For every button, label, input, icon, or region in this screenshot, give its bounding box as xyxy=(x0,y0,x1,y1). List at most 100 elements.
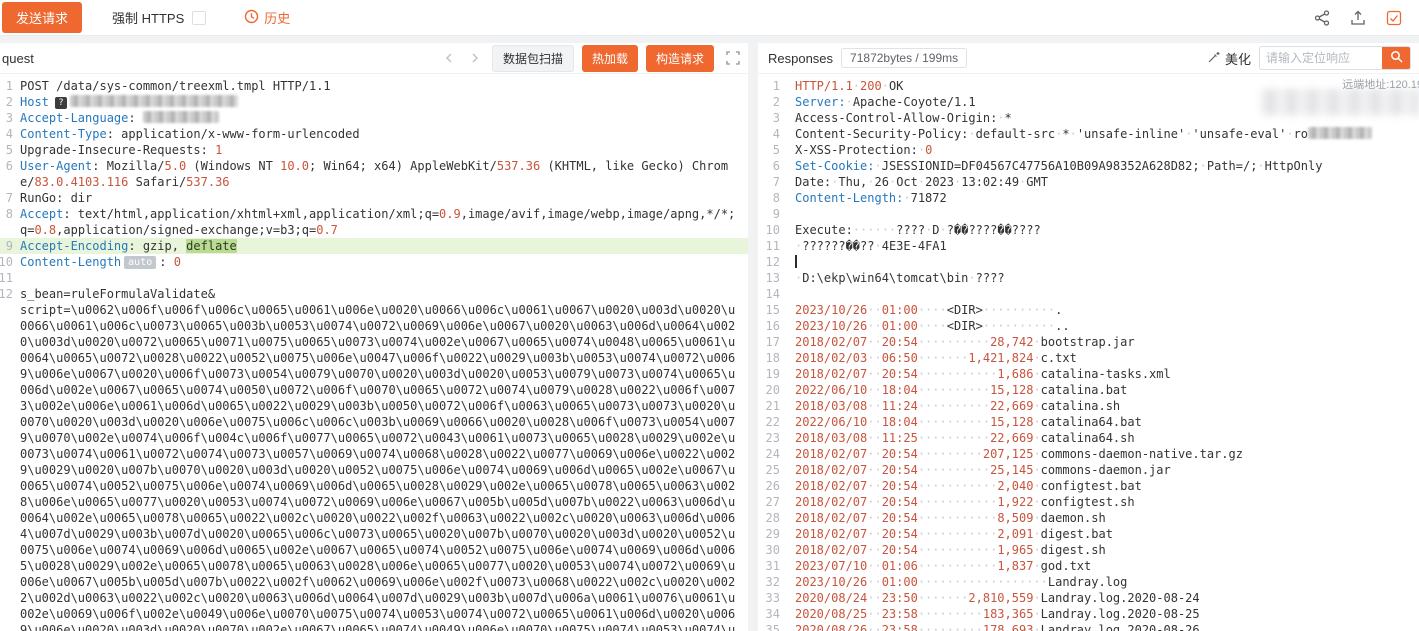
line-number: 18 xyxy=(758,350,788,366)
code-line: 11 xyxy=(0,270,748,286)
code-line: 322023/10/26··01:00··················Lan… xyxy=(758,574,1419,590)
line-number: 12 xyxy=(0,286,13,302)
beautify-button[interactable]: 美化 xyxy=(1207,49,1251,68)
share-icon[interactable] xyxy=(1313,9,1331,27)
line-number: 27 xyxy=(758,494,788,510)
chevron-left-icon[interactable] xyxy=(440,52,458,64)
line-number: 8 xyxy=(758,190,788,206)
line-number: 20 xyxy=(758,382,788,398)
code-line: 9Accept-Encoding: gzip, deflate xyxy=(0,238,748,254)
text-cursor xyxy=(795,255,797,268)
code-line: 5X-XSS-Protection:·0 xyxy=(758,142,1419,158)
report-icon[interactable] xyxy=(1385,9,1403,27)
request-panel-header: quest 数据包扫描 热加载 构造请求 xyxy=(0,43,748,74)
code-line: 4Content-Security-Policy:·default-src·*·… xyxy=(758,126,1419,142)
code-line: 152023/10/26··01:00····<DIR>··········. xyxy=(758,302,1419,318)
line-number: 17 xyxy=(758,334,788,350)
locate-response-search xyxy=(1259,46,1411,70)
remote-address: 远端地址:120.19 xyxy=(1342,76,1419,92)
magnifier-icon xyxy=(1390,50,1403,66)
code-line: 162023/10/26··01:00····<DIR>··········.. xyxy=(758,318,1419,334)
force-https-checkbox[interactable] xyxy=(192,11,206,25)
code-line: 332020/08/24··23:50·······2,810,559·Land… xyxy=(758,590,1419,606)
force-https-toggle: 强制 HTTPS xyxy=(112,8,206,27)
history-button[interactable]: 历史 xyxy=(244,8,290,27)
code-line: 9 xyxy=(758,206,1419,222)
code-line: 3Accept-Language: xyxy=(0,110,748,126)
code-line: 6Set-Cookie:·JSESSIONID=DF04567C47756A10… xyxy=(758,158,1419,174)
redacted-blur xyxy=(143,111,219,123)
code-line: 252018/02/07··20:54··········25,145·comm… xyxy=(758,462,1419,478)
chevron-right-icon[interactable] xyxy=(466,52,484,64)
search-input[interactable] xyxy=(1260,51,1382,65)
response-panel: Responses 71872bytes / 199ms 美化 xyxy=(758,43,1419,631)
line-number: 26 xyxy=(758,478,788,494)
line-number: 6 xyxy=(758,158,788,174)
code-line: 282018/02/07··20:54···········8,509·daem… xyxy=(758,510,1419,526)
main-toolbar: 发送请求 强制 HTTPS 历史 xyxy=(0,0,1419,36)
code-line: 10Content-Lengthauto: 0 xyxy=(0,254,748,270)
packet-scan-button[interactable]: 数据包扫描 xyxy=(492,45,574,72)
line-number: 1 xyxy=(0,78,13,94)
code-line: 212018/03/08··11:24··········22,669·cata… xyxy=(758,398,1419,414)
code-line: 7RunGo: dir xyxy=(0,190,748,206)
hot-reload-button[interactable]: 热加载 xyxy=(582,45,638,72)
code-line: 8Accept: text/html,application/xhtml+xml… xyxy=(0,206,748,238)
beautify-label: 美化 xyxy=(1225,49,1251,68)
search-button[interactable] xyxy=(1382,46,1410,70)
line-number: 7 xyxy=(0,190,13,206)
request-panel-title: quest xyxy=(2,51,34,66)
line-number: 4 xyxy=(0,126,13,142)
line-number: 1 xyxy=(758,78,788,94)
request-panel: quest 数据包扫描 热加载 构造请求 1POST /data/sys-com… xyxy=(0,43,748,631)
code-line: 292018/02/07··20:54···········2,091·dige… xyxy=(758,526,1419,542)
line-number: 12 xyxy=(758,254,788,270)
line-number: 7 xyxy=(758,174,788,190)
response-editor[interactable]: 1HTTP/1.1·200·OK2Server:·Apache-Coyote/1… xyxy=(758,74,1419,631)
line-number: 34 xyxy=(758,606,788,622)
line-number: 3 xyxy=(758,110,788,126)
line-number: 29 xyxy=(758,526,788,542)
line-number: 11 xyxy=(0,270,13,286)
code-line: 272018/02/07··20:54···········1,922·conf… xyxy=(758,494,1419,510)
send-request-button[interactable]: 发送请求 xyxy=(2,2,82,33)
line-number: 5 xyxy=(758,142,788,158)
code-line: 7Date:·Thu,·26·Oct·2023·13:02:49·GMT xyxy=(758,174,1419,190)
code-line: 222022/06/10··18:04··········15,128·cata… xyxy=(758,414,1419,430)
response-panel-header: Responses 71872bytes / 199ms 美化 xyxy=(758,43,1419,74)
line-number: 13 xyxy=(758,270,788,286)
line-number: 19 xyxy=(758,366,788,382)
code-line: 6User-Agent: Mozilla/5.0 (Windows NT 10.… xyxy=(0,158,748,190)
line-number: 22 xyxy=(758,414,788,430)
wand-icon xyxy=(1207,50,1221,67)
clock-icon xyxy=(244,9,259,27)
line-number: 14 xyxy=(758,286,788,302)
code-line: 342020/08/25··23:58·········183,365·Land… xyxy=(758,606,1419,622)
force-https-label: 强制 HTTPS xyxy=(112,8,184,27)
history-label: 历史 xyxy=(264,8,290,27)
line-number: 23 xyxy=(758,430,788,446)
line-number: 6 xyxy=(0,158,13,174)
line-number: 2 xyxy=(758,94,788,110)
build-request-button[interactable]: 构造请求 xyxy=(646,45,714,72)
line-number: 11 xyxy=(758,238,788,254)
line-number: 32 xyxy=(758,574,788,590)
response-panel-title: Responses xyxy=(760,51,833,66)
code-line: 352020/08/26··23:58·········178,693·Land… xyxy=(758,622,1419,631)
line-number: 16 xyxy=(758,318,788,334)
export-icon[interactable] xyxy=(1349,9,1367,27)
request-editor[interactable]: 1POST /data/sys-common/treexml.tmpl HTTP… xyxy=(0,74,748,631)
line-number: 10 xyxy=(758,222,788,238)
code-line: 5Upgrade-Insecure-Requests: 1 xyxy=(0,142,748,158)
response-stats-badge: 71872bytes / 199ms xyxy=(841,48,967,68)
code-line: 14 xyxy=(758,286,1419,302)
line-number: 30 xyxy=(758,542,788,558)
line-number: 5 xyxy=(0,142,13,158)
code-line: 232018/03/08··11:25··········22,669·cata… xyxy=(758,430,1419,446)
code-line: 182018/02/03··06:50·······1,421,824·c.tx… xyxy=(758,350,1419,366)
line-number: 15 xyxy=(758,302,788,318)
code-line: 1POST /data/sys-common/treexml.tmpl HTTP… xyxy=(0,78,748,94)
line-number: 10 xyxy=(0,254,13,270)
expand-icon[interactable] xyxy=(726,51,740,65)
code-line: 4Content-Type: application/x-www-form-ur… xyxy=(0,126,748,142)
